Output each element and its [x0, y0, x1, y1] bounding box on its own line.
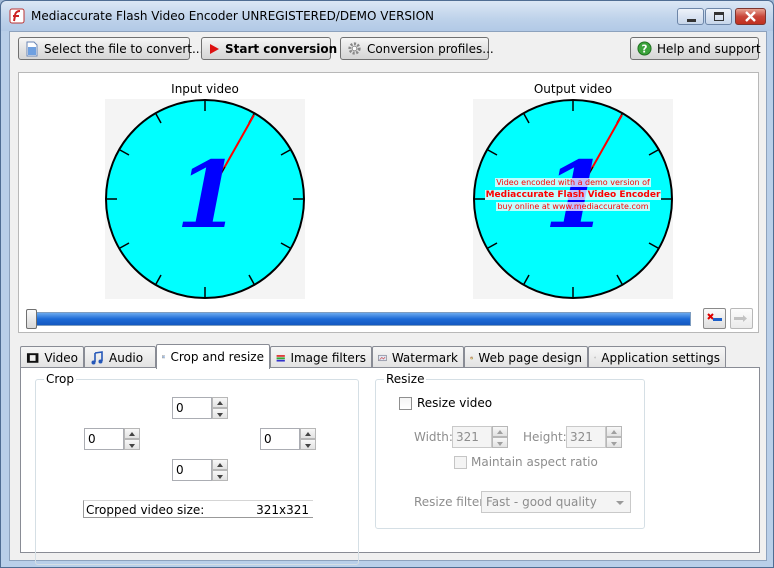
cropped-size-value: 321x321	[256, 503, 309, 517]
minimize-icon	[687, 19, 696, 22]
crop-left-input[interactable]: 0	[84, 428, 124, 450]
conversion-profiles-button[interactable]: Conversion profiles...	[340, 37, 494, 60]
gear-icon	[594, 356, 597, 359]
input-clock-digit: 1	[176, 141, 240, 249]
crop-bottom-input[interactable]: 0	[172, 459, 212, 481]
tab-crop-and-resize[interactable]: Crop and resize	[156, 344, 270, 369]
title-bar[interactable]: Mediaccurate Flash Video Encoder UNREGIS…	[1, 1, 773, 31]
play-icon	[210, 43, 219, 54]
resize-video-checkbox[interactable]	[399, 397, 412, 410]
conversion-profiles-label: Conversion profiles...	[367, 41, 494, 56]
select-file-label: Select the file to convert...	[44, 41, 204, 56]
close-icon	[745, 11, 756, 22]
app-flash-icon	[9, 8, 25, 24]
maximize-icon	[714, 12, 724, 21]
crop-group-legend: Crop	[44, 372, 77, 386]
resize-group: Resize Resize video Width: 321 Height: 3…	[375, 372, 645, 529]
palette-icon	[470, 356, 474, 359]
svg-text:?: ?	[642, 43, 648, 55]
width-label: Width:	[414, 430, 453, 444]
height-stepper[interactable]	[606, 426, 622, 448]
file-icon	[26, 41, 38, 56]
tab-video-label: Video	[44, 350, 78, 365]
width-input[interactable]: 321	[452, 426, 492, 448]
cropped-size-label: Cropped video size:	[86, 503, 205, 517]
start-conversion-button[interactable]: Start conversion	[201, 37, 337, 60]
maintain-aspect-checkbox[interactable]	[454, 456, 467, 469]
input-video-frame: 1	[105, 99, 305, 299]
demo-overlay-line1: Video encoded with a demo version of	[495, 178, 651, 187]
input-video-label: Input video	[171, 82, 239, 96]
tab-crop-label: Crop and resize	[170, 350, 264, 364]
tab-video[interactable]: Video	[20, 346, 84, 368]
cropped-size-row: Cropped video size: 321x321	[83, 500, 313, 518]
height-label: Height:	[523, 430, 567, 444]
toolbar: Select the file to convert... Start conv…	[10, 32, 766, 66]
tab-web-page-design-label: Web page design	[478, 350, 582, 365]
tab-application-settings-label: Application settings	[601, 350, 720, 365]
demo-overlay-line3: buy online at www.mediaccurate.com	[496, 202, 650, 211]
mark-out-icon	[734, 315, 747, 322]
mark-in-icon	[707, 313, 722, 321]
main-panel: Select the file to convert... Start conv…	[9, 31, 767, 565]
close-button[interactable]	[735, 8, 766, 25]
tab-watermark-label: Watermark	[391, 350, 458, 365]
crop-icon	[162, 355, 166, 359]
output-video-frame: 1 Video encoded with a demo version of M…	[473, 99, 673, 299]
crop-bottom-stepper[interactable]	[212, 459, 228, 481]
resize-video-label: Resize video	[417, 396, 493, 410]
crop-group: Crop 0 0 0 0 Cropped video size: 321x321	[35, 372, 359, 565]
crop-right-input[interactable]: 0	[260, 428, 300, 450]
minimize-button[interactable]	[677, 8, 704, 25]
watermark-icon	[378, 354, 387, 361]
video-preview-area: Input video Output video 1 Video encoded…	[18, 72, 759, 333]
window-title: Mediaccurate Flash Video Encoder UNREGIS…	[31, 9, 434, 23]
help-support-label: Help and support	[657, 41, 761, 56]
output-video-label: Output video	[533, 82, 613, 96]
crop-right-stepper[interactable]	[300, 428, 316, 450]
width-stepper[interactable]	[492, 426, 508, 448]
crop-top-stepper[interactable]	[212, 397, 228, 419]
settings-tabs: Video Audio Crop and resize Image filter…	[20, 344, 760, 369]
tab-watermark[interactable]: Watermark	[372, 346, 464, 368]
music-note-icon	[91, 350, 103, 364]
select-file-button[interactable]: Select the file to convert...	[18, 37, 203, 60]
tab-audio-label: Audio	[109, 350, 144, 365]
maximize-button[interactable]	[705, 8, 732, 25]
tab-image-filters-label: Image filters	[290, 350, 366, 365]
demo-overlay-line2: Mediaccurate Flash Video Encoder	[484, 190, 662, 200]
input-clock-graphic: 1	[105, 99, 305, 299]
tab-image-filters[interactable]: Image filters	[270, 346, 372, 368]
mark-in-button[interactable]	[703, 308, 726, 329]
crop-top-input[interactable]: 0	[172, 397, 212, 419]
tab-application-settings[interactable]: Application settings	[588, 346, 726, 368]
resize-group-legend: Resize	[384, 372, 427, 386]
tab-audio[interactable]: Audio	[84, 346, 156, 368]
crop-left-stepper[interactable]	[124, 428, 140, 450]
mark-out-button[interactable]	[730, 308, 753, 329]
start-conversion-label: Start conversion	[225, 41, 338, 56]
seek-thumb[interactable]	[26, 309, 37, 329]
help-icon: ?	[637, 41, 652, 56]
gear-icon	[348, 42, 361, 55]
crop-resize-panel: Crop 0 0 0 0 Cropped video size: 321x321…	[20, 367, 760, 565]
seek-bar[interactable]	[26, 309, 691, 329]
height-input[interactable]: 321	[566, 426, 606, 448]
resize-filter-select[interactable]: Fast - good quality	[481, 491, 631, 513]
help-support-button[interactable]: ? Help and support	[630, 37, 761, 60]
app-window: Mediaccurate Flash Video Encoder UNREGIS…	[0, 0, 774, 568]
tab-web-page-design[interactable]: Web page design	[464, 346, 588, 368]
film-icon	[26, 352, 39, 363]
filters-icon	[276, 354, 285, 362]
maintain-aspect-label: Maintain aspect ratio	[471, 455, 598, 469]
resize-filter-label: Resize filter:	[414, 495, 489, 509]
